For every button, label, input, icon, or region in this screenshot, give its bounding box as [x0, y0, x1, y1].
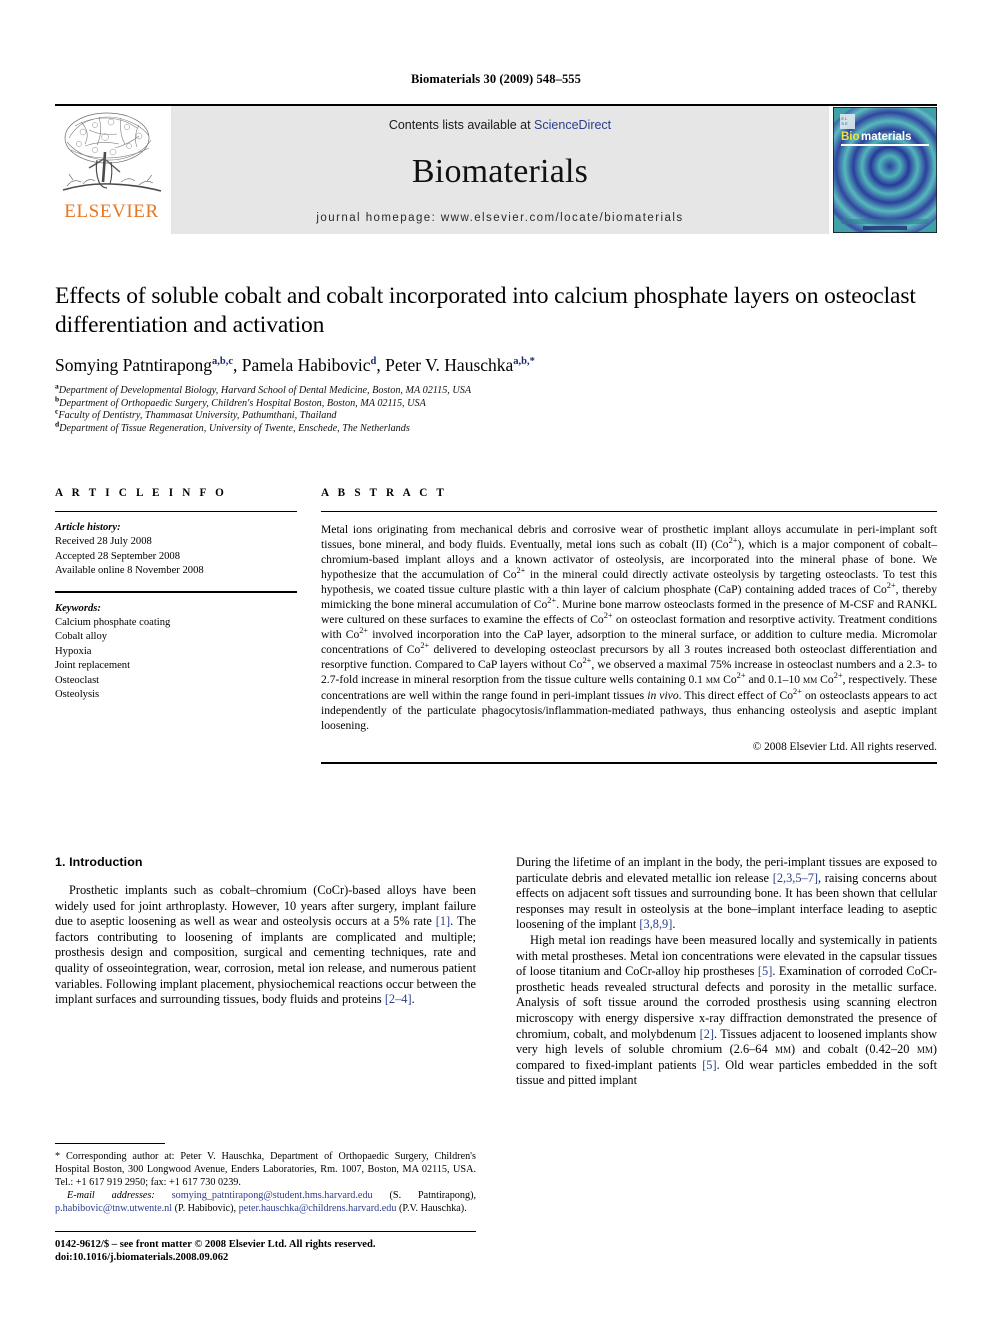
corresponding-author-note: * Corresponding author at: Peter V. Haus…	[55, 1151, 476, 1188]
author-separator: ,	[233, 355, 242, 375]
email-link[interactable]: peter.hauschka@childrens.harvard.edu	[239, 1203, 397, 1214]
svg-text:Bio: Bio	[841, 131, 860, 143]
article-history-item: Accepted 28 September 2008	[55, 550, 181, 562]
reference-link[interactable]: [3,8,9]	[639, 917, 672, 931]
doi-line: doi:10.1016/j.biomaterials.2008.09.062	[55, 1252, 229, 1264]
article-history-block: Article history: Received 28 July 2008 A…	[55, 521, 297, 579]
article-title: Effects of soluble cobalt and cobalt inc…	[55, 283, 916, 338]
affiliation-item: dDepartment of Tissue Regeneration, Univ…	[55, 420, 937, 436]
elsevier-wordmark: ELSEVIER	[64, 201, 159, 222]
sciencedirect-link[interactable]: ScienceDirect	[534, 118, 611, 132]
email-link[interactable]: somying_patntirapong@student.hms.harvard…	[172, 1190, 373, 1201]
reference-link[interactable]: [1]	[436, 914, 450, 928]
paragraph: High metal ion readings have been measur…	[516, 932, 938, 1088]
keyword-item: Osteolysis	[55, 689, 100, 701]
article-info-rule-top	[55, 511, 297, 512]
reference-link[interactable]: [2–4]	[385, 992, 412, 1006]
reference-link[interactable]: [5]	[758, 964, 772, 978]
footnote-divider	[55, 1143, 165, 1144]
abstract-body: Metal ions originating from mechanical d…	[321, 523, 938, 732]
email-owner: (P.V. Hauschka).	[399, 1202, 467, 1214]
running-head: Biomaterials 30 (2009) 548–555	[411, 72, 581, 86]
article-info-rule-mid	[55, 590, 297, 593]
contents-available-line: Contents lists available at ScienceDirec…	[389, 118, 611, 132]
email-label: E-mail addresses:	[67, 1189, 155, 1201]
reference-link[interactable]: [5]	[702, 1058, 716, 1072]
keyword-item: Hypoxia	[55, 645, 92, 657]
article-info-label: A R T I C L E I N F O	[55, 487, 228, 499]
info-abstract-section: A R T I C L E I N F O Article history: R…	[55, 487, 937, 764]
affiliation-item: cFaculty of Dentistry, Thammasat Univers…	[55, 408, 937, 423]
keyword-item: Joint replacement	[55, 660, 131, 672]
author-name: Pamela Habibovic	[241, 355, 371, 375]
email-owner: (S. Patntirapong),	[389, 1189, 477, 1201]
page-footer: 0142-9612/$ – see front matter © 2008 El…	[55, 1231, 555, 1265]
abstract-column: A B S T R A C T Metal ions originating f…	[321, 487, 937, 764]
paper-page: Biomaterials 30 (2009) 548–555 ELSEVIER …	[0, 0, 992, 1323]
section-heading-introduction: 1. Introduction	[55, 855, 143, 869]
article-info-column: A R T I C L E I N F O Article history: R…	[55, 487, 297, 764]
journal-cover-thumbnail: E LS E Bio materials	[833, 106, 937, 234]
keyword-item: Calcium phosphate coating	[55, 617, 171, 629]
body-column-left: 1. Introduction Prosthetic implants such…	[55, 855, 476, 1089]
author-separator: ,	[376, 355, 386, 375]
affiliation-text: Department of Tissue Regeneration, Unive…	[59, 422, 410, 434]
article-history-item: Available online 8 November 2008	[55, 565, 204, 577]
svg-text:materials: materials	[861, 131, 912, 143]
masthead-center-panel: Contents lists available at ScienceDirec…	[171, 106, 829, 234]
article-history-item: Received 28 July 2008	[55, 536, 152, 548]
body-column-right: During the lifetime of an implant in the…	[516, 855, 937, 1089]
email-link[interactable]: p.habibovic@tnw.utwente.nl	[55, 1203, 172, 1214]
title-block: Effects of soluble cobalt and cobalt inc…	[55, 282, 937, 435]
article-history-title: Article history:	[55, 522, 121, 533]
affiliation-text: Department of Orthopaedic Surgery, Child…	[59, 397, 426, 409]
cover-image: E LS E Bio materials	[833, 107, 937, 233]
keyword-item: Cobalt alloy	[55, 631, 108, 643]
elsevier-logo: ELSEVIER	[55, 106, 168, 234]
affiliation-text: Department of Developmental Biology, Har…	[58, 385, 472, 396]
abstract-copyright: © 2008 Elsevier Ltd. All rights reserved…	[752, 740, 937, 753]
reference-link[interactable]: [2]	[700, 1027, 714, 1041]
journal-homepage-link[interactable]: journal homepage: www.elsevier.com/locat…	[316, 212, 683, 224]
journal-masthead: ELSEVIER Contents lists available at Sci…	[55, 104, 937, 234]
journal-title: Biomaterials	[411, 153, 589, 190]
affiliation-list: aDepartment of Developmental Biology, Ha…	[55, 382, 937, 436]
author-list: Somying Patntiraponga,b,c, Pamela Habibo…	[55, 354, 937, 376]
abstract-rule-top	[321, 511, 937, 512]
svg-text:S E: S E	[841, 121, 848, 126]
issn-copyright-line: 0142-9612/$ – see front matter © 2008 El…	[55, 1239, 376, 1250]
footnote-block: * Corresponding author at: Peter V. Haus…	[55, 1143, 476, 1216]
keyword-item: Osteoclast	[55, 674, 100, 686]
body-columns: 1. Introduction Prosthetic implants such…	[55, 855, 937, 1089]
author-affiliation-marker: a,b,*	[513, 356, 535, 368]
email-addresses-note: E-mail addresses: somying_patntirapong@s…	[55, 1190, 476, 1216]
keywords-block: Keywords: Calcium phosphate coating Coba…	[55, 602, 297, 703]
paragraph: Prosthetic implants such as cobalt–chrom…	[55, 883, 477, 1007]
abstract-label: A B S T R A C T	[321, 487, 448, 499]
affiliation-item: aDepartment of Developmental Biology, Ha…	[55, 382, 937, 398]
abstract-rule-bottom	[321, 761, 937, 764]
elsevier-tree-icon	[62, 112, 162, 192]
email-owner: (P. Habibovic),	[174, 1202, 237, 1214]
keywords-title: Keywords:	[55, 602, 101, 614]
author-name: Somying Patntirapong	[55, 355, 213, 375]
affiliation-item: bDepartment of Orthopaedic Surgery, Chil…	[55, 395, 937, 411]
affiliation-text: Faculty of Dentistry, Thammasat Universi…	[58, 410, 337, 422]
author-name: Peter V. Hauschka	[385, 355, 514, 375]
author-affiliation-marker: a,b,c	[212, 356, 234, 368]
contents-prefix: Contents lists available at	[388, 118, 535, 132]
paragraph: During the lifetime of an implant in the…	[516, 855, 937, 932]
reference-link[interactable]: [2,3,5–7]	[773, 871, 818, 885]
footer-divider	[55, 1231, 476, 1232]
